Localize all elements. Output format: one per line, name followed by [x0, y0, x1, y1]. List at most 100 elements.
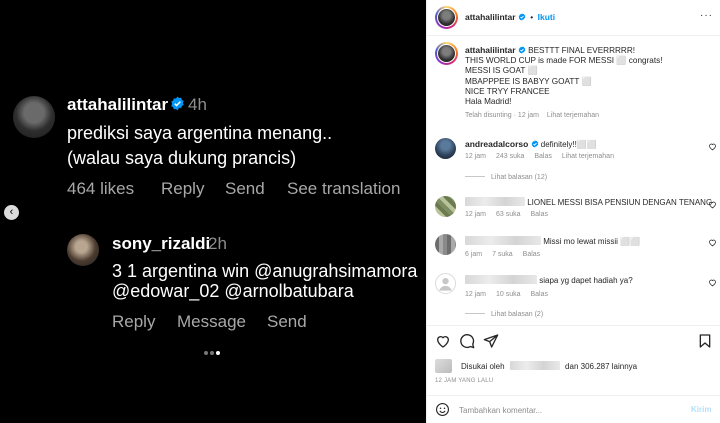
post-comment-button[interactable]: Kirim — [691, 405, 711, 414]
caption-text: MBAPPPEE IS BABYY GOATT ⬜ — [465, 76, 592, 86]
chevron-left-icon[interactable]: ‹ — [4, 205, 19, 220]
comment-text: Missi mo lewat missii ⬜⬜ — [543, 237, 641, 246]
divider — [427, 325, 720, 326]
comment-likes[interactable]: 63 suka — [496, 211, 521, 218]
redacted-username — [509, 361, 560, 370]
reply-button[interactable]: Balas — [530, 211, 548, 218]
verified-badge-icon — [518, 46, 526, 54]
caption-text: THIS WORLD CUP is made FOR MESSI ⬜ congr… — [465, 56, 663, 66]
verified-badge-icon — [531, 140, 538, 148]
emoji-icon[interactable] — [435, 402, 450, 417]
post-media: attahalilintar 4h prediksi saya argentin… — [0, 0, 426, 423]
bookmark-icon[interactable] — [697, 333, 713, 349]
post-timestamp: 12 JAM YANG LALU — [435, 378, 494, 384]
commenter-avatar[interactable] — [435, 196, 456, 217]
carousel-dot — [210, 351, 214, 355]
comment-likes[interactable]: 10 suka — [496, 291, 521, 298]
comment-text: @edowar_02 @arnolbatubara — [112, 281, 354, 301]
author-username[interactable]: attahalilintar — [465, 12, 516, 22]
comment-meta: 12 jam 243 suka Balas Lihat terjemahan — [465, 153, 622, 160]
comment-time: 12 jam — [465, 291, 487, 298]
comment: andreadalcorso definitely!!⬜⬜ — [465, 139, 597, 149]
like-heart-icon[interactable] — [435, 333, 451, 349]
author-avatar[interactable] — [435, 6, 458, 29]
comment: Missi mo lewat missii ⬜⬜ — [465, 236, 640, 246]
commenter-avatar[interactable] — [435, 234, 456, 255]
send-label: Send — [225, 179, 265, 198]
carousel-dots — [204, 342, 222, 360]
view-replies-button[interactable]: Lihat balasan (2) — [465, 311, 543, 318]
redacted-username — [465, 236, 541, 245]
commenter-avatar[interactable] — [435, 273, 456, 294]
comment-likes[interactable]: 243 suka — [496, 153, 524, 160]
comment-time: 12 jam — [465, 211, 487, 218]
more-icon[interactable]: ··· — [700, 10, 713, 21]
see-translation-link[interactable]: Lihat terjemahan — [547, 112, 599, 119]
comment-meta: 6 jam 7 suka Balas — [465, 251, 548, 258]
verified-badge-icon — [518, 13, 526, 21]
heart-icon[interactable] — [708, 142, 717, 151]
reply-button[interactable]: Balas — [530, 291, 548, 298]
carousel-dot — [204, 351, 208, 355]
author-avatar[interactable] — [435, 42, 458, 65]
reply-button[interactable]: Balas — [534, 153, 552, 160]
comment-text: (walau saya dukung prancis) — [67, 148, 297, 168]
heart-icon[interactable] — [708, 278, 717, 287]
comment-text: LIONEL MESSI BISA PENSIUN DENGAN TENANG — [527, 198, 713, 207]
see-translation-label: See translation — [287, 179, 401, 198]
heart-icon[interactable] — [708, 200, 717, 209]
comment-likes[interactable]: 7 suka — [492, 251, 513, 258]
post-header: attahalilintar • Ikuti — [465, 12, 555, 22]
reply-label: Reply — [112, 312, 156, 331]
send-label: Send — [267, 312, 307, 331]
comment-bubble-icon[interactable] — [459, 333, 475, 349]
comment-username: sony_rizaldi — [112, 234, 211, 253]
caption-text: BESTTT FINAL EVERRRRR! — [528, 46, 636, 55]
avatar — [67, 234, 99, 266]
likes-count: 464 likes — [67, 179, 135, 198]
comment-time: 6 jam — [465, 251, 483, 258]
comment-meta: 12 jam 63 suka Balas — [465, 211, 556, 218]
default-avatar-icon — [439, 277, 452, 291]
heart-icon[interactable] — [708, 238, 717, 247]
reply-button[interactable]: Balas — [523, 251, 541, 258]
caption-text: NICE TRYY FRANCEE — [465, 86, 550, 96]
carousel-dot-active — [216, 351, 220, 355]
see-translation-link[interactable]: Lihat terjemahan — [562, 153, 614, 160]
caption-username[interactable]: attahalilintar — [465, 45, 516, 55]
liker-avatar[interactable] — [435, 359, 452, 373]
view-replies-button[interactable]: Lihat balasan (12) — [465, 174, 547, 181]
comment-text: prediksi saya argentina menang.. — [67, 123, 333, 143]
comment-time: 2h — [208, 234, 227, 253]
follow-button[interactable]: Ikuti — [538, 12, 555, 22]
comment-time: 12 jam — [465, 153, 487, 160]
likes-summary[interactable]: Disukai oleh dan 306.287 lainnya — [461, 361, 637, 371]
commenter-username[interactable]: andreadalcorso — [465, 139, 528, 149]
redacted-username — [465, 197, 525, 206]
comment-meta: 12 jam 10 suka Balas — [465, 291, 556, 298]
caption-meta: Telah disunting · 12 jam Lihat terjemaha… — [465, 112, 605, 119]
likes-suffix: dan 306.287 lainnya — [565, 362, 638, 371]
message-label: Message — [177, 312, 246, 331]
comment: LIONEL MESSI BISA PENSIUN DENGAN TENANG — [465, 197, 712, 207]
commenter-avatar[interactable] — [435, 138, 456, 159]
comment: siapa yg dapet hadiah ya? — [465, 275, 633, 285]
divider — [427, 395, 720, 396]
separator-dot: • — [530, 12, 534, 22]
view-replies-label: Lihat balasan (12) — [491, 174, 548, 181]
divider — [427, 35, 720, 36]
comment-text: siapa yg dapet hadiah ya? — [539, 276, 633, 285]
comment-input[interactable] — [459, 402, 684, 418]
caption-text: Hala Madrid! — [465, 97, 512, 107]
avatar — [13, 96, 55, 138]
verified-badge-icon — [171, 96, 184, 111]
redacted-username — [465, 275, 537, 284]
comment-username: attahalilintar — [67, 95, 169, 114]
share-send-icon[interactable] — [483, 333, 499, 349]
view-replies-label: Lihat balasan (2) — [491, 311, 544, 318]
post-sidebar: attahalilintar • Ikuti ··· attahalilinta… — [426, 0, 720, 423]
comment-text: 3 1 argentina win @anugrahsimamora — [112, 261, 418, 281]
comment-text: definitely!!⬜⬜ — [540, 140, 597, 149]
edited-label: Telah disunting · 12 jam — [465, 112, 539, 119]
comment-time: 4h — [188, 95, 207, 114]
